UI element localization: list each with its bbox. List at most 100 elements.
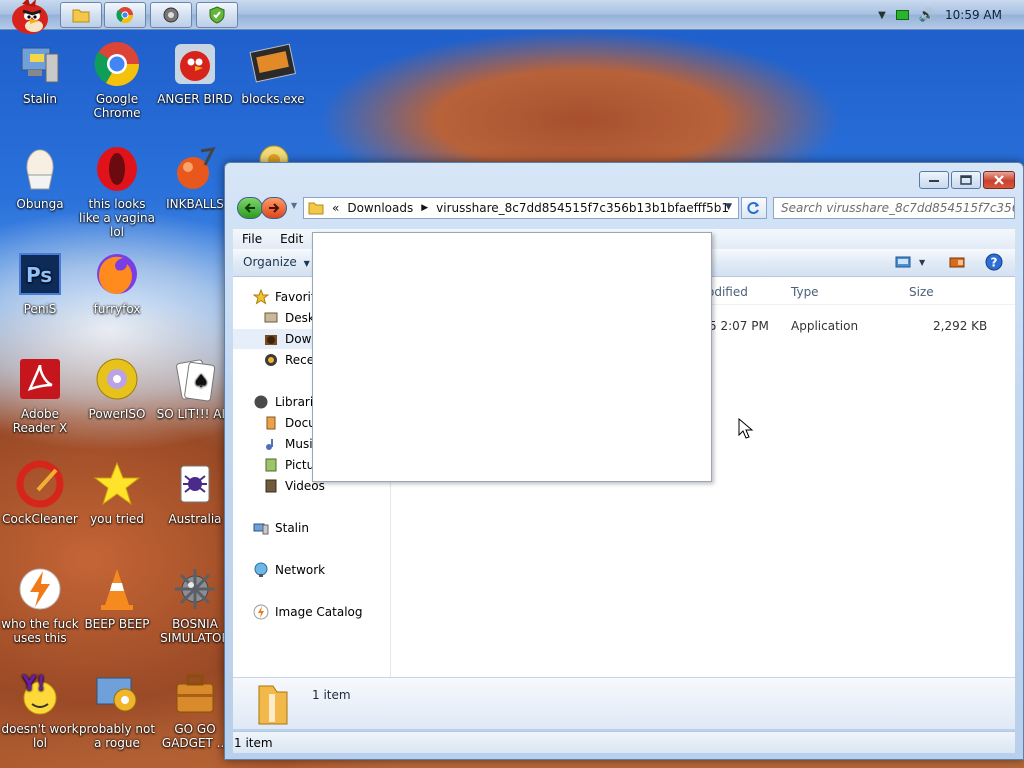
photoshop-icon: Ps (16, 250, 64, 298)
desktop-icon (264, 312, 278, 323)
status-item-count: 1 item (234, 735, 273, 750)
network-icon (254, 562, 268, 577)
opera-icon (93, 145, 141, 193)
desktop-icon-label: BOSNIA SIMULATOR (160, 617, 230, 645)
desktop-icon-furryfox[interactable]: furryfox (77, 250, 157, 316)
computer-icon (253, 523, 269, 535)
lightning-icon (253, 604, 269, 620)
nav-homegroup-stalin[interactable]: Stalin (233, 518, 390, 538)
status-bar: 1 item (233, 731, 1015, 753)
star-icon (93, 460, 141, 508)
desktop-icon-blocks-exe[interactable]: blocks.exe (233, 40, 313, 106)
breadcrumb-separator-icon[interactable]: ▶ (421, 203, 428, 213)
desktop-icon-cockcleaner[interactable]: CockCleaner (0, 460, 80, 526)
preview-pane-button[interactable] (949, 256, 965, 271)
file-type: Application (791, 319, 859, 333)
minimize-icon (929, 180, 939, 182)
column-header-size[interactable]: Size (909, 285, 934, 299)
svg-text:♠: ♠ (193, 371, 209, 392)
desktop-icon-obunga[interactable]: Obunga (0, 145, 80, 211)
desktop-icon-adobe-reader[interactable]: Adobe Reader X (0, 355, 80, 435)
desktop-icon-doesnt-work[interactable]: Y! doesn't work lol (0, 670, 80, 750)
refresh-button[interactable] (741, 197, 767, 219)
menu-file[interactable]: File (233, 232, 271, 246)
documents-icon (266, 416, 276, 430)
desktop-icon-who-uses-this[interactable]: who the fuck uses this (0, 565, 80, 645)
speaker-icon[interactable]: 🔊 (919, 8, 935, 23)
gear-icon (163, 7, 179, 23)
breadcrumb-downloads[interactable]: Downloads (347, 201, 413, 215)
desktop-icon-google-chrome[interactable]: Google Chrome (77, 40, 157, 120)
desktop-icon-australia[interactable]: Australia (155, 460, 235, 526)
close-button[interactable] (983, 171, 1015, 189)
taskbar-chrome-button[interactable] (104, 2, 146, 28)
taskbar-explorer-button[interactable] (60, 2, 102, 28)
column-header-type[interactable]: Type (791, 285, 819, 299)
flower-icon (259, 145, 289, 175)
battery-icon[interactable] (895, 10, 909, 20)
menu-edit[interactable]: Edit (271, 232, 312, 246)
desktop-icon-label: BEEP BEEP (84, 617, 150, 631)
svg-text:Y!: Y! (21, 671, 46, 695)
taskbar-security-button[interactable] (196, 2, 238, 28)
arrow-right-icon (269, 203, 280, 213)
cards-icon: ♠ (171, 355, 219, 403)
settings-computer-icon (93, 670, 141, 718)
breadcrumb-chevron[interactable]: « (332, 201, 339, 215)
forward-button[interactable] (261, 197, 287, 219)
recent-places-icon (265, 354, 277, 366)
search-input[interactable]: Search virusshare_8c7dd854515f7c356... (773, 197, 1015, 219)
back-button[interactable] (237, 197, 263, 219)
shield-icon (209, 6, 225, 24)
address-dropdown-icon[interactable]: ▼ (725, 202, 732, 212)
desktop-icon-go-go-gadget[interactable]: GO GO GADGET ... (155, 670, 235, 750)
nav-buttons (237, 197, 295, 219)
cursor-arrow-icon (738, 417, 754, 439)
desktop-icon-label: doesn't work lol (1, 722, 79, 750)
clock[interactable]: 10:59 AM (945, 8, 1002, 22)
desktop-icon-stalin[interactable]: Stalin (0, 40, 80, 106)
briefcase-icon (171, 670, 219, 718)
desktop-icon-bosnia-simulator[interactable]: BOSNIA SIMULATOR (155, 565, 235, 645)
desktop-icon-beep-beep[interactable]: BEEP BEEP (77, 565, 157, 631)
help-button[interactable]: ? (985, 253, 1003, 274)
desktop-icon-label: ANGER BIRD (157, 92, 233, 106)
maximize-icon (960, 175, 972, 185)
minimize-button[interactable] (919, 171, 949, 189)
taskbar-settings-button[interactable] (150, 2, 192, 28)
address-bar[interactable]: « Downloads ▶ virusshare_8c7dd854515f7c3… (303, 197, 739, 219)
breadcrumb-current-folder[interactable]: virusshare_8c7dd854515f7c356b13b1bfaefff… (436, 201, 729, 215)
chrome-icon (93, 40, 141, 88)
desktop-icon-label: CockCleaner (2, 512, 78, 526)
chevron-down-icon: ▼ (303, 259, 310, 268)
spider-solitaire-icon (171, 460, 219, 508)
desktop-icon-label: PeniS (23, 302, 57, 316)
details-item-count: 1 item (312, 688, 351, 702)
downloads-icon (265, 335, 277, 345)
start-button[interactable] (6, 0, 52, 36)
desktop-icon-poweriso[interactable]: PowerISO (77, 355, 157, 421)
chevron-down-icon[interactable]: ▼ (878, 10, 886, 21)
desktop-icon-probably-not-a-rogue[interactable]: probably not a rogue (77, 670, 157, 750)
star-icon (253, 289, 269, 305)
desktop-icon-label: blocks.exe (241, 92, 305, 106)
desktop-icon-anger-bird[interactable]: ANGER BIRD (155, 40, 235, 106)
column-header-date-modified[interactable]: odified (707, 285, 748, 299)
chrome-icon (116, 7, 134, 24)
desktop-icon-label: who the fuck uses this (1, 617, 79, 645)
desktop-icon-so-lit-air[interactable]: ♠ SO LIT!!! AIR (155, 355, 235, 421)
nav-network[interactable]: Network (233, 560, 390, 580)
refresh-icon (747, 202, 759, 214)
desktop-icon-opera[interactable]: this looks like a vagina lol (77, 145, 157, 239)
nav-image-catalog[interactable]: Image Catalog (233, 602, 390, 622)
nav-label: Network (275, 563, 326, 577)
desktop-icon-you-tried[interactable]: you tried (77, 460, 157, 526)
desktop-icon-inkballs[interactable]: INKBALLS (155, 145, 235, 211)
lightning-icon (16, 565, 64, 613)
change-view-button[interactable]: ▼ (895, 256, 925, 268)
desktop-icon-penis[interactable]: Ps PeniS (0, 250, 80, 316)
maximize-button[interactable] (951, 171, 981, 189)
organize-button[interactable]: Organize ▼ (243, 255, 310, 269)
recent-pages-chevron-icon[interactable]: ▼ (291, 201, 297, 210)
context-menu-popup[interactable] (312, 232, 712, 482)
